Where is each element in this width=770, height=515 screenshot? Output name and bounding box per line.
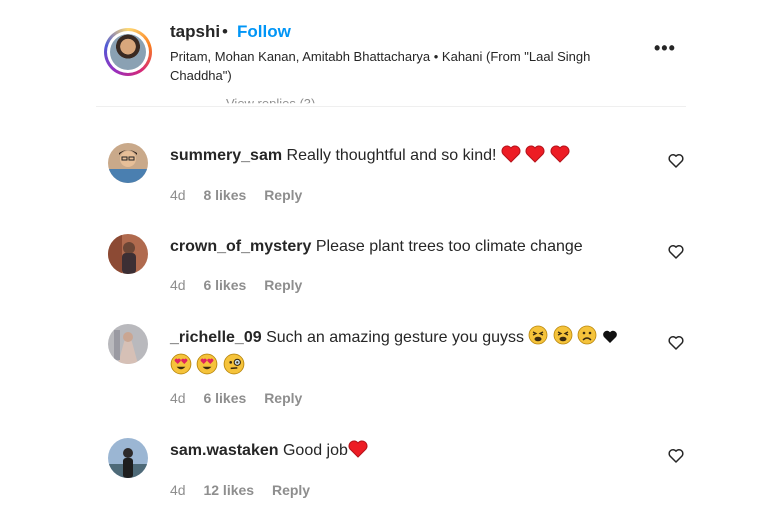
red-heart-icon xyxy=(348,440,368,466)
header-divider xyxy=(96,106,686,107)
follow-button[interactable]: Follow xyxy=(237,22,291,42)
like-heart-icon[interactable] xyxy=(668,153,684,169)
comment-likes[interactable]: 6 likes xyxy=(203,390,246,406)
comment-username[interactable]: crown_of_mystery xyxy=(170,238,311,255)
black-heart-icon xyxy=(602,329,618,353)
avatar-photo xyxy=(108,324,148,364)
avatar-photo xyxy=(108,143,148,183)
avatar-photo xyxy=(110,34,146,70)
comment-username[interactable]: summery_sam xyxy=(170,147,282,164)
commenter-avatar[interactable] xyxy=(108,143,148,183)
separator-dot: • xyxy=(222,22,228,41)
post-author-username[interactable]: tapshi xyxy=(170,22,220,42)
comment-likes[interactable]: 8 likes xyxy=(203,187,246,203)
frowning-face-icon xyxy=(577,325,597,353)
commenter-avatar[interactable] xyxy=(108,324,148,364)
audio-attribution[interactable]: Pritam, Mohan Kanan, Amitabh Bhattachary… xyxy=(170,47,640,85)
comment-body: Such an amazing gesture you guyss xyxy=(266,329,525,346)
more-options-button[interactable]: ••• xyxy=(654,38,676,59)
like-heart-icon[interactable] xyxy=(668,448,684,464)
commenter-avatar[interactable] xyxy=(108,234,148,274)
reply-button[interactable]: Reply xyxy=(264,187,302,203)
avatar-photo xyxy=(108,234,148,274)
comment-age[interactable]: 4d xyxy=(170,390,186,406)
red-heart-icon xyxy=(525,145,545,171)
comment-username[interactable]: sam.wastaken xyxy=(170,442,279,459)
heart-eyes-icon xyxy=(196,353,218,383)
red-heart-icon xyxy=(501,145,521,171)
comment-likes[interactable]: 6 likes xyxy=(203,277,246,293)
heart-eyes-icon xyxy=(170,353,192,383)
red-heart-icon xyxy=(550,145,570,171)
comment-body: Really thoughtful and so kind! xyxy=(286,147,497,164)
commenter-avatar[interactable] xyxy=(108,438,148,478)
like-heart-icon[interactable] xyxy=(668,244,684,260)
avatar-photo xyxy=(108,438,148,478)
reply-button[interactable]: Reply xyxy=(272,482,310,498)
comment-age[interactable]: 4d xyxy=(170,482,186,498)
comment-text: crown_of_mystery Please plant trees too … xyxy=(170,235,640,259)
post-author-avatar[interactable] xyxy=(104,28,152,76)
comment-body: Please plant trees too climate change xyxy=(315,238,583,255)
comment-meta: 4d 6 likes Reply xyxy=(170,390,316,406)
monocle-face-icon xyxy=(223,353,245,383)
comment-text: _richelle_09 Such an amazing gesture you… xyxy=(170,325,640,383)
reply-button[interactable]: Reply xyxy=(264,390,302,406)
comment-text: sam.wastaken Good job xyxy=(170,439,640,466)
comment-age[interactable]: 4d xyxy=(170,277,186,293)
reply-button[interactable]: Reply xyxy=(264,277,302,293)
comment-meta: 4d 6 likes Reply xyxy=(170,277,316,293)
comment-username[interactable]: _richelle_09 xyxy=(170,329,262,346)
comment-text: summery_sam Really thoughtful and so kin… xyxy=(170,144,640,171)
comment-age[interactable]: 4d xyxy=(170,187,186,203)
post-header: tapshi • Follow Pritam, Mohan Kanan, Ami… xyxy=(0,0,770,106)
comment-likes[interactable]: 12 likes xyxy=(203,482,254,498)
comment-meta: 4d 8 likes Reply xyxy=(170,187,316,203)
tired-face-icon xyxy=(553,325,573,353)
comment-body: Good job xyxy=(282,442,348,459)
like-heart-icon[interactable] xyxy=(668,335,684,351)
comment-meta: 4d 12 likes Reply xyxy=(170,482,324,498)
tired-face-icon xyxy=(528,325,548,353)
